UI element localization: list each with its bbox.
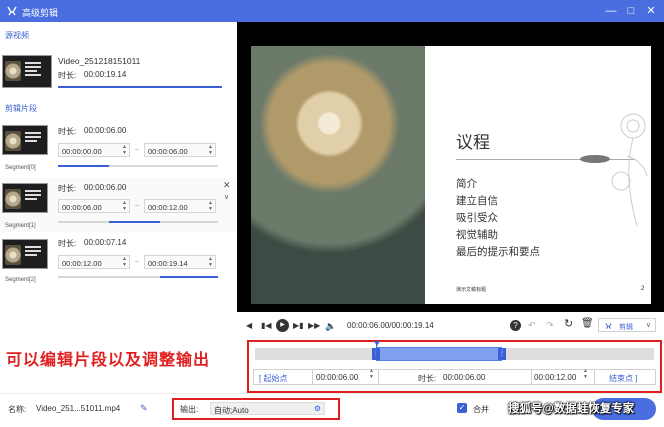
output-format-select[interactable]: 自动;Auto ⚙: [210, 402, 325, 415]
segment-progress: [58, 165, 218, 167]
delete-icon[interactable]: 🗑: [581, 319, 594, 329]
undo-icon[interactable]: ↶: [528, 320, 536, 330]
merge-checkbox[interactable]: ✓: [457, 403, 467, 413]
set-start-button[interactable]: [ 起始点: [259, 373, 287, 384]
source-video-name: Video_251218151011: [58, 56, 141, 66]
agenda-item: 最后的提示和要点: [456, 246, 540, 258]
title-bar: 高级剪辑 — □ ✕: [0, 0, 664, 22]
clip-mode-dropdown[interactable]: 剪辑 ∨: [598, 318, 656, 332]
segment-start-input[interactable]: 00:00:12.00 ▲ ▼: [58, 255, 130, 269]
timecode: 00:00:06.00/00:00:19.14: [347, 321, 434, 330]
source-duration-value: 00:00:19.14: [84, 70, 127, 79]
maximize-icon[interactable]: □: [624, 4, 638, 18]
segment-duration-label: 时长:: [58, 239, 77, 248]
segment-thumbnail[interactable]: [2, 239, 48, 269]
source-duration-label: 时长:: [58, 71, 77, 80]
window-title: 高级剪辑: [22, 8, 59, 18]
segment-duration-value: 00:00:07.14: [84, 238, 127, 247]
step-back-icon[interactable]: ▮◀: [261, 321, 272, 331]
edit-name-icon[interactable]: ✎: [140, 403, 148, 413]
segment-end-input[interactable]: 00:00:19.14 ▲ ▼: [144, 255, 216, 269]
agenda-item: 视觉辅助: [456, 229, 498, 241]
scissors-icon: [605, 323, 612, 329]
video-preview[interactable]: 议程 简介 建立自信 吸引受众 视觉辅助 最后的提示和要点 演示文稿标题 2: [237, 22, 664, 312]
skip-to-start-icon[interactable]: ◀: [246, 321, 252, 331]
source-video-label: 源视频: [5, 31, 29, 40]
output-label: 输出:: [180, 405, 199, 414]
source-video-thumbnail[interactable]: [2, 55, 52, 88]
slide-footer: 演示文稿标题: [456, 287, 487, 293]
preview-slide: 议程 简介 建立自信 吸引受众 视觉辅助 最后的提示和要点 演示文稿标题 2: [251, 46, 651, 304]
playhead[interactable]: [374, 341, 380, 346]
segment-duration-value: 00:00:06.00: [84, 183, 127, 192]
source-progress: [58, 86, 222, 88]
segment-start-input[interactable]: 00:00:00.00 ▲ ▼: [58, 143, 130, 157]
timeline-selection[interactable]: [376, 347, 502, 361]
segment-progress: [58, 276, 218, 278]
skip-to-end-icon[interactable]: ▶▶: [308, 321, 320, 331]
segment-caption: Segment[0]: [5, 165, 36, 171]
file-name-label: 名称:: [8, 405, 27, 414]
remove-segment-icon[interactable]: ✕: [223, 180, 231, 190]
segment-end-input[interactable]: 00:00:06.00 ▲ ▼: [144, 143, 216, 157]
slide-page-number: 2: [641, 286, 645, 292]
end-time-input[interactable]: 00:00:12.00: [534, 373, 576, 382]
end-handle[interactable]: ⋮: [498, 348, 506, 360]
set-end-button[interactable]: 结束点 ]: [609, 373, 637, 384]
agenda-item: 建立自信: [456, 195, 498, 207]
reset-icon[interactable]: ↻: [564, 319, 573, 330]
watermark: 搜狐号@数据蛙恢复专家: [508, 403, 635, 415]
segment-thumbnail[interactable]: [2, 125, 48, 155]
agenda-item: 吸引受众: [456, 212, 498, 224]
segment-thumbnail[interactable]: [2, 183, 48, 213]
help-icon[interactable]: ?: [510, 320, 521, 331]
segment-start-input[interactable]: 00:00:06.00 ▲ ▼: [58, 199, 130, 213]
step-forward-icon[interactable]: ▶▮: [293, 321, 304, 331]
file-name-value: Video_251...51011.mp4: [36, 404, 121, 413]
floral-decoration-icon: [611, 113, 648, 227]
gear-icon[interactable]: ⚙: [314, 404, 321, 413]
merge-label: 合并: [473, 405, 489, 414]
segment-progress: [58, 221, 218, 223]
slide-title: 议程: [456, 133, 490, 153]
trim-duration-label: 时长:: [418, 374, 437, 383]
segment-duration-label: 时长:: [58, 184, 77, 193]
chevron-down-icon[interactable]: ∨: [224, 193, 229, 203]
segment-caption: Segment[1]: [5, 223, 36, 229]
redo-icon[interactable]: ↷: [546, 320, 554, 330]
annotation-text: 可以编辑片段以及调整输出: [6, 352, 211, 369]
play-button[interactable]: ▶: [276, 319, 289, 332]
agenda-item: 简介: [456, 178, 477, 190]
app-logo-icon: [7, 6, 17, 16]
segment-duration-value: 00:00:06.00: [84, 126, 127, 135]
segments-label: 剪辑片段: [5, 104, 37, 113]
end-time-stepper[interactable]: ▲ ▼: [583, 368, 588, 380]
volume-icon[interactable]: 🔈: [325, 321, 336, 331]
flower-photo: [251, 46, 425, 304]
segment-caption: Segment[2]: [5, 277, 36, 283]
trim-duration-value: 00:00:06.00: [443, 373, 486, 382]
start-time-stepper[interactable]: ▲ ▼: [369, 368, 374, 380]
start-time-input[interactable]: 00:00:06.00: [316, 373, 358, 382]
segment-end-input[interactable]: 00:00:12.00 ▲ ▼: [144, 199, 216, 213]
close-icon[interactable]: ✕: [644, 4, 658, 18]
segment-duration-label: 时长:: [58, 127, 77, 136]
minimize-icon[interactable]: —: [604, 4, 618, 18]
